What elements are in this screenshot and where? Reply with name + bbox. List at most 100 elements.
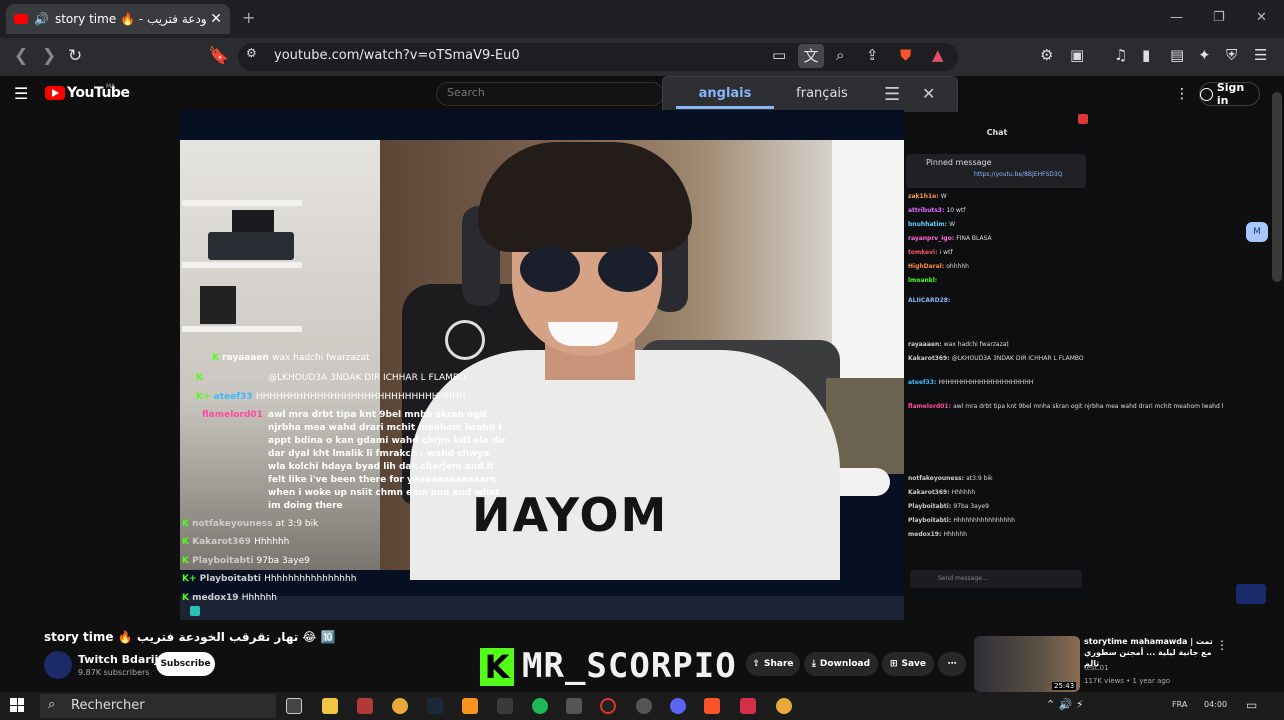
chat-panel-line: flamelord01: awl mra drbt tipa knt 9bel …: [908, 402, 1223, 412]
chat-panel-message: HHHHHHHHHHHHHHHHHHHHH: [938, 379, 1034, 386]
window-close-icon[interactable]: ✕: [1256, 10, 1267, 25]
file-explorer-icon[interactable]: [322, 698, 338, 714]
translate-close-icon[interactable]: ✕: [922, 84, 935, 103]
youtube-wordmark[interactable]: YouTube: [67, 85, 130, 101]
chat-username: Kakarot369: [192, 537, 255, 547]
url-text[interactable]: youtube.com/watch?v=oTSmaV9-Eu0: [274, 48, 520, 63]
more-actions-button[interactable]: ⋯: [938, 652, 966, 676]
translate-options-icon[interactable]: ☰: [884, 84, 900, 105]
discord-icon[interactable]: [670, 698, 686, 714]
sign-in-button[interactable]: Sign in: [1199, 81, 1260, 107]
channel-avatar[interactable]: [44, 651, 72, 679]
wallet-icon[interactable]: ▤: [1170, 46, 1184, 64]
chat-panel-message: Hhhhhh: [943, 531, 967, 538]
tab-title: story time 🔥 - الخودعة فتريب: [54, 12, 207, 26]
zoom-icon[interactable]: ⌕: [836, 46, 844, 64]
chat-username: Playboitabti: [199, 574, 265, 584]
overlay-chat-line: K Kakarot369 Hhhhhh: [182, 536, 289, 549]
chat-panel-username: medox19:: [908, 531, 944, 538]
vpn-icon[interactable]: ⛨: [1226, 46, 1237, 64]
settings-kebab-icon[interactable]: ⋮: [1175, 86, 1189, 102]
system-tray-icons[interactable]: ⌃ 🔊 ⚡: [1046, 698, 1084, 711]
app-icon[interactable]: [740, 698, 756, 714]
kick-badge-icon: K+: [196, 392, 214, 402]
clock[interactable]: 04:00: [1204, 700, 1227, 709]
tab-close-icon[interactable]: ✕: [210, 11, 222, 27]
app-icon[interactable]: [636, 698, 652, 714]
minimize-icon[interactable]: —: [1170, 10, 1183, 25]
notifications-icon[interactable]: ▭: [1246, 698, 1257, 712]
save-button[interactable]: ⊞ Save: [882, 652, 934, 676]
chat-title: Chat: [986, 128, 1008, 137]
chat-panel-username: notfakeyouness:: [908, 475, 967, 482]
chat-panel-line: rayanprv_igo: FINA BLASA: [908, 234, 992, 244]
app-icon[interactable]: [566, 698, 582, 714]
chat-panel-message: i wtf: [939, 249, 953, 256]
overlay-chat-line: K Playboitabti 97ba 3aye9: [182, 555, 310, 568]
youtube-favicon-icon: [14, 14, 28, 24]
screenshot-icon[interactable]: ▣: [1070, 46, 1084, 64]
sign-in-label: Sign in: [1216, 81, 1245, 107]
menu-icon[interactable]: ☰: [1254, 46, 1267, 64]
browser-tab[interactable]: 🔊 story time 🔥 - الخودعة فتريب ✕: [6, 4, 230, 34]
tab-lang-english[interactable]: anglais: [676, 86, 774, 101]
guide-menu-icon[interactable]: ☰: [14, 84, 28, 103]
chat-panel-message: wax hadchi fwarzazat: [943, 341, 1009, 348]
chat-message: HHHHHHHHHHHHHHHHHHHHHHHHHHHHHHH: [255, 392, 466, 402]
overlay-chat-line: K medox19 Hhhhhh: [182, 592, 277, 605]
brave-icon[interactable]: [704, 698, 720, 714]
extensions-icon[interactable]: ⚙: [1040, 46, 1053, 64]
windows-start-icon[interactable]: [10, 698, 24, 712]
reload-icon[interactable]: ↻: [68, 46, 82, 66]
task-view-icon[interactable]: [286, 698, 302, 714]
subscribe-button[interactable]: Subscribe: [156, 652, 215, 676]
brave-shield-icon[interactable]: ⛊: [900, 46, 911, 64]
chat-panel-message: W: [949, 221, 956, 228]
chat-panel-username: Playboitabti:: [908, 503, 954, 510]
steam-icon[interactable]: [427, 698, 443, 714]
leo-ai-icon[interactable]: ✦: [1198, 46, 1211, 64]
brave-rewards-icon[interactable]: ▲: [932, 46, 944, 64]
chat-panel-username: bnuhhatim:: [908, 221, 950, 228]
channel-name[interactable]: Twitch Bdarija: [78, 653, 166, 666]
chat-panel-message: 10 wtf: [946, 207, 966, 214]
speaker-icon[interactable]: 🔊: [34, 12, 49, 26]
chat-close-icon: [1078, 114, 1088, 124]
chat-panel-message: at3:9 bik: [966, 475, 993, 482]
forward-icon[interactable]: ❯: [42, 46, 56, 66]
bookmark-icon[interactable]: 🔖: [208, 46, 229, 66]
media-icon[interactable]: ♫: [1114, 46, 1127, 64]
restore-icon[interactable]: ❐: [1213, 10, 1225, 25]
obs-icon[interactable]: [600, 698, 616, 714]
back-icon[interactable]: ❮: [14, 46, 28, 66]
spotify-icon[interactable]: [532, 698, 548, 714]
chat-panel-message: awl mra drbt tipa knt 9bel mnha skran og…: [953, 403, 1224, 410]
app-icon[interactable]: [357, 698, 373, 714]
cast-icon[interactable]: ▭: [772, 46, 786, 64]
chrome-icon[interactable]: [776, 698, 792, 714]
video-person-hair: [478, 142, 692, 252]
kick-badge-icon: K: [182, 593, 193, 603]
pinned-link: https://youtu.be/8BJEHFSD3Q: [974, 171, 1063, 178]
new-tab-button[interactable]: +: [242, 8, 255, 27]
app-icon[interactable]: [497, 698, 513, 714]
share-button[interactable]: ⇪ Share: [746, 652, 800, 676]
app-icon[interactable]: [462, 698, 478, 714]
chat-panel-username: lmoankl:: [908, 277, 938, 284]
download-button[interactable]: ⤓ Download: [804, 652, 878, 676]
floating-translate-icon[interactable]: M: [1246, 222, 1268, 242]
site-settings-icon[interactable]: ⚙: [246, 46, 257, 60]
kick-badge-icon: K: [182, 556, 193, 566]
input-language[interactable]: FRA: [1172, 700, 1187, 709]
share-page-icon[interactable]: ⇪: [866, 46, 879, 64]
tab-lang-french[interactable]: français: [776, 86, 868, 101]
chrome-icon[interactable]: [392, 698, 408, 714]
recommended-menu-icon[interactable]: ⋮: [1216, 638, 1228, 652]
recommended-channel[interactable]: test.01: [1084, 664, 1109, 672]
translate-icon[interactable]: 文: [798, 44, 824, 68]
video-shelf: [182, 326, 302, 332]
chat-message: Hhhhhhhhhhhhhhhh: [264, 574, 357, 584]
page-scrollbar[interactable]: [1272, 92, 1282, 282]
sidebar-icon[interactable]: ▮: [1142, 46, 1150, 64]
youtube-play-icon: [52, 89, 59, 97]
